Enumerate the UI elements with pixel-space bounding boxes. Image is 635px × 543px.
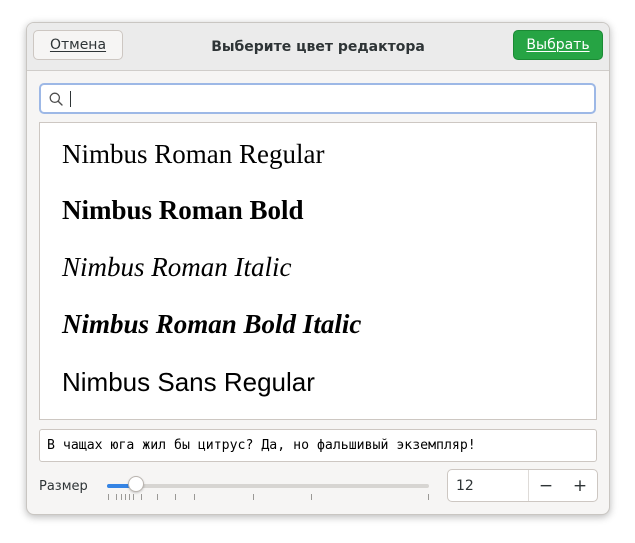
select-button-label: Выбрать — [526, 37, 590, 53]
slider-tick — [194, 494, 195, 500]
slider-tick — [428, 494, 429, 500]
header-bar: Отмена Выберите цвет редактора Выбрать — [27, 23, 609, 71]
font-list-item[interactable]: Nimbus Roman Italic — [62, 242, 292, 292]
preview-text: В чащах юга жил бы цитрус? Да, но фальши… — [47, 438, 476, 453]
slider-tick — [141, 494, 142, 500]
font-item-label: Nimbus Roman Italic — [62, 251, 292, 282]
cancel-button[interactable]: Отмена — [33, 30, 123, 60]
text-cursor — [70, 91, 71, 107]
minus-icon: − — [538, 475, 554, 496]
cancel-button-label: Отмена — [49, 37, 107, 53]
decrement-button[interactable]: − — [529, 470, 563, 501]
slider-tick — [175, 494, 176, 500]
font-item-label: Nimbus Sans Regular — [62, 366, 315, 397]
font-list-item[interactable]: Nimbus Sans Regular — [62, 357, 315, 407]
dialog-title: Выберите цвет редактора — [211, 38, 425, 55]
slider-tick — [108, 494, 109, 500]
font-list-item[interactable]: Nimbus Roman Bold — [62, 185, 304, 235]
size-slider[interactable] — [107, 484, 429, 488]
size-spinbutton[interactable]: 12 − + — [447, 469, 598, 502]
font-item-label: Nimbus Roman Regular — [62, 138, 325, 169]
slider-tick — [253, 494, 254, 500]
size-slider-handle[interactable] — [128, 476, 144, 492]
preview-text-entry[interactable]: В чащах юга жил бы цитрус? Да, но фальши… — [39, 429, 597, 462]
slider-tick — [129, 494, 130, 500]
font-list[interactable]: Nimbus Roman Regular Nimbus Roman Bold N… — [39, 122, 597, 420]
select-button[interactable]: Выбрать — [513, 30, 603, 60]
slider-tick — [125, 494, 126, 500]
slider-tick — [116, 494, 117, 500]
font-list-item[interactable]: Nimbus Roman Regular — [62, 129, 324, 179]
increment-button[interactable]: + — [563, 470, 597, 501]
font-item-label: Nimbus Roman Bold Italic — [62, 308, 362, 339]
slider-tick — [121, 494, 122, 500]
search-icon — [49, 92, 63, 106]
font-item-label: Nimbus Roman Bold — [62, 194, 304, 225]
slider-tick — [133, 494, 134, 500]
search-input[interactable] — [39, 83, 596, 114]
slider-tick — [311, 494, 312, 500]
font-chooser-dialog: Отмена Выберите цвет редактора Выбрать N… — [26, 22, 610, 515]
plus-icon: + — [572, 475, 588, 496]
size-value[interactable]: 12 — [456, 470, 474, 501]
slider-tick — [157, 494, 158, 500]
font-list-item[interactable]: Nimbus Roman Bold Italic — [62, 299, 361, 349]
size-label: Размер — [39, 479, 88, 494]
